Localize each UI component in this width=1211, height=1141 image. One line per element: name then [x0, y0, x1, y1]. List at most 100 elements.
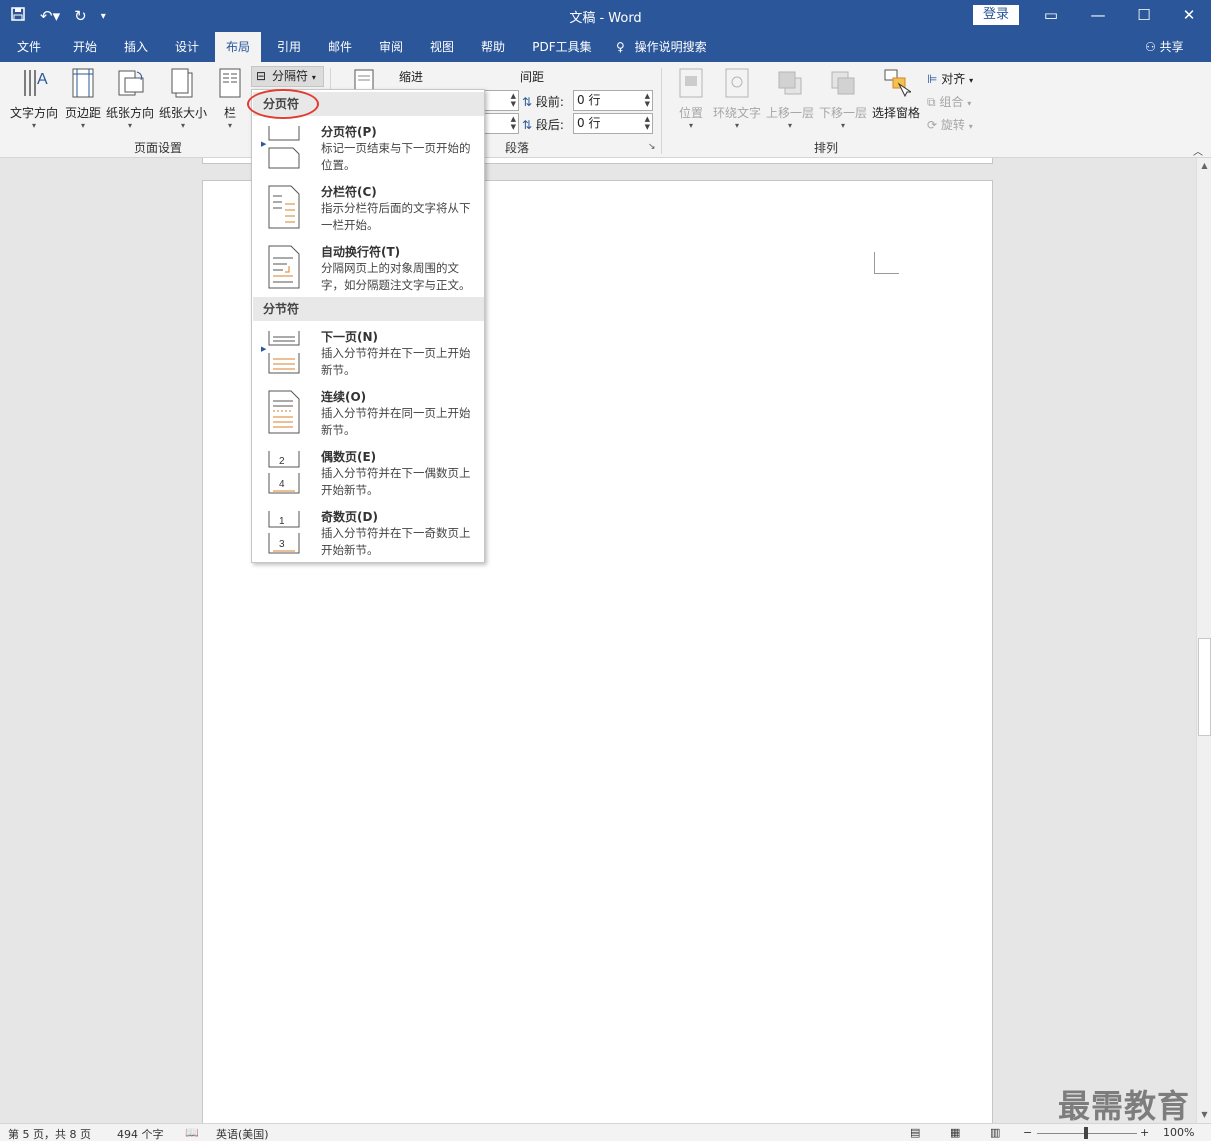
tab-help[interactable]: 帮助 — [470, 32, 516, 62]
selection-pane-button[interactable]: 选择窗格 — [871, 66, 921, 121]
title-bar: ↶▾ ↻ ▾ 文稿 - Word 登录 ▭ — ☐ ✕ — [0, 0, 1211, 32]
send-backward-button[interactable]: 下移一层 ▾ — [817, 66, 869, 131]
orientation-label: 纸张方向 — [105, 106, 154, 120]
collapse-ribbon-icon[interactable]: ︿ — [1193, 143, 1203, 158]
position-icon — [679, 68, 703, 98]
login-button[interactable]: 登录 — [973, 5, 1019, 25]
menu-item-description: 插入分节符并在下一偶数页上开始新节。 — [321, 466, 471, 497]
margins-label: 页边距 — [64, 106, 101, 120]
scrollbar-thumb[interactable] — [1198, 638, 1211, 736]
orientation-button[interactable]: 纸张方向 ▾ — [104, 66, 156, 131]
print-layout-icon[interactable]: ▦ — [950, 1126, 960, 1139]
tab-layout[interactable]: 布局 — [215, 32, 261, 62]
tab-references[interactable]: 引用 — [266, 32, 312, 62]
tab-mailings[interactable]: 邮件 — [317, 32, 363, 62]
ribbon-layout: A 文字方向 ▾ 页边距 ▾ 纸张方向 ▾ 纸张大小 ▾ 栏 ▾ 页面设置 缩进… — [0, 62, 1211, 158]
continuous-section-icon — [268, 390, 300, 434]
share-label: 共享 — [1159, 40, 1184, 54]
menu-item-title: 奇数页(D) — [321, 510, 378, 524]
svg-text:3: 3 — [279, 539, 285, 550]
bring-forward-icon — [778, 71, 802, 95]
rotate-label: 旋转 — [940, 118, 965, 132]
align-icon: ⊫ — [927, 72, 938, 86]
send-backward-label: 下移一层 — [818, 106, 867, 120]
paragraph-group-label: 段落 — [505, 141, 530, 155]
minimize-icon[interactable]: — — [1075, 0, 1121, 32]
zoom-out-icon[interactable]: − — [1023, 1126, 1032, 1139]
bring-forward-button[interactable]: 上移一层 ▾ — [764, 66, 816, 131]
person-icon: ⚇ — [1145, 40, 1156, 54]
chevron-down-icon: ▾ — [31, 121, 36, 130]
wrap-text-icon — [725, 68, 749, 98]
spacing-before-label: 段前: — [535, 95, 564, 109]
page-count[interactable]: 第 5 页，共 8 页 — [8, 1126, 91, 1141]
spacing-before-value: 0 行 — [577, 93, 601, 107]
spacing-after-label: 段后: — [535, 118, 564, 132]
language-indicator[interactable]: 英语(美国) — [216, 1126, 269, 1141]
menu-item-continuous[interactable]: 连续(O) 插入分节符并在同一页上开始新节。 — [253, 383, 484, 443]
tab-design[interactable]: 设计 — [164, 32, 210, 62]
spin-arrows-icon[interactable]: ▲ ▼ — [645, 92, 650, 108]
rotate-button[interactable]: ⟳ 旋转 ▾ — [927, 116, 973, 133]
columns-label: 栏 — [223, 106, 236, 120]
dialog-launcher-icon[interactable]: ↘ — [648, 142, 656, 152]
tab-home[interactable]: 开始 — [62, 32, 108, 62]
tab-file[interactable]: 文件 — [6, 32, 52, 62]
share-button[interactable]: ⚇ 共享 — [1145, 32, 1184, 62]
scroll-down-icon[interactable]: ▼ — [1197, 1107, 1211, 1123]
tab-review[interactable]: 审阅 — [368, 32, 414, 62]
menu-item-page-break[interactable]: ▶ 分页符(P) 标记一页结束与下一页开始的位置。 — [253, 118, 484, 178]
align-button[interactable]: ⊫ 对齐 ▾ — [927, 70, 973, 87]
menu-item-even-page[interactable]: 24 偶数页(E) 插入分节符并在下一偶数页上开始新节。 — [253, 443, 484, 503]
chevron-down-icon: ▾ — [80, 121, 85, 130]
zoom-in-icon[interactable]: + — [1140, 1126, 1149, 1139]
tab-pdf-tools[interactable]: PDF工具集 — [524, 32, 600, 62]
close-icon[interactable]: ✕ — [1166, 0, 1211, 32]
size-button[interactable]: 纸张大小 ▾ — [157, 66, 209, 131]
position-button[interactable]: 位置 ▾ — [674, 66, 708, 131]
menu-item-odd-page[interactable]: 13 奇数页(D) 插入分节符并在下一奇数页上开始新节。 — [253, 503, 484, 563]
group-button[interactable]: ⧉ 组合 ▾ — [927, 93, 971, 110]
menu-item-description: 分隔网页上的对象周围的文字，如分隔题注文字与正文。 — [321, 261, 471, 292]
breaks-menu: 分页符 ▶ 分页符(P) 标记一页结束与下一页开始的位置。 分栏符(C) 指示分… — [251, 89, 485, 563]
tell-me-label: 操作说明搜索 — [634, 40, 707, 54]
tab-insert[interactable]: 插入 — [113, 32, 159, 62]
breaks-button[interactable]: ⊟ 分隔符 ▾ — [251, 66, 324, 87]
spin-arrows-icon[interactable]: ▲ ▼ — [645, 115, 650, 131]
scroll-up-icon[interactable]: ▲ — [1197, 158, 1211, 174]
margin-corner-mark — [874, 252, 899, 274]
text-direction-button[interactable]: A 文字方向 ▾ — [6, 66, 62, 131]
columns-button[interactable]: 栏 ▾ — [215, 66, 245, 131]
menu-item-column-break[interactable]: 分栏符(C) 指示分栏符后面的文字将从下一栏开始。 — [253, 178, 484, 238]
menu-item-text-wrapping-break[interactable]: 自动换行符(T) 分隔网页上的对象周围的文字，如分隔题注文字与正文。 — [253, 238, 484, 298]
wrap-text-button[interactable]: 环绕文字 ▾ — [711, 66, 763, 131]
menu-item-next-page[interactable]: ▶ 下一页(N) 插入分节符并在下一页上开始新节。 — [253, 323, 484, 383]
text-direction-icon: A — [24, 70, 48, 96]
spacing-after-input[interactable]: 0 行 ▲ ▼ — [573, 113, 653, 134]
read-mode-icon[interactable]: ▤ — [910, 1126, 920, 1139]
ribbon-display-options-icon[interactable]: ▭ — [1028, 0, 1074, 32]
proofing-icon[interactable]: 📖 — [185, 1126, 199, 1139]
zoom-level[interactable]: 100% — [1163, 1126, 1194, 1139]
spacing-before-input[interactable]: 0 行 ▲ ▼ — [573, 90, 653, 111]
zoom-slider-thumb[interactable] — [1084, 1127, 1088, 1139]
spin-arrows-icon[interactable]: ▲ ▼ — [511, 92, 516, 108]
tab-view[interactable]: 视图 — [419, 32, 465, 62]
chevron-down-icon: ▾ — [127, 121, 132, 130]
spin-arrows-icon[interactable]: ▲ ▼ — [511, 115, 516, 131]
word-count[interactable]: 494 个字 — [117, 1126, 164, 1141]
indent-title: 缩进 — [399, 70, 424, 84]
web-layout-icon[interactable]: ▥ — [990, 1126, 1000, 1139]
maximize-icon[interactable]: ☐ — [1121, 0, 1167, 32]
chevron-down-icon: ▾ — [787, 121, 792, 130]
margins-button[interactable]: 页边距 ▾ — [62, 66, 104, 131]
send-backward-icon — [831, 71, 855, 95]
chevron-down-icon: ▾ — [180, 121, 185, 130]
margins-icon — [72, 68, 94, 98]
menu-item-description: 插入分节符并在同一页上开始新节。 — [321, 406, 471, 437]
text-direction-label: 文字方向 — [9, 106, 58, 120]
vertical-scrollbar[interactable]: ▲ ▼ — [1196, 158, 1211, 1123]
group-divider — [661, 68, 662, 154]
spacing-after-value: 0 行 — [577, 116, 601, 130]
tell-me-search[interactable]: ♀ 操作说明搜索 — [616, 32, 726, 62]
